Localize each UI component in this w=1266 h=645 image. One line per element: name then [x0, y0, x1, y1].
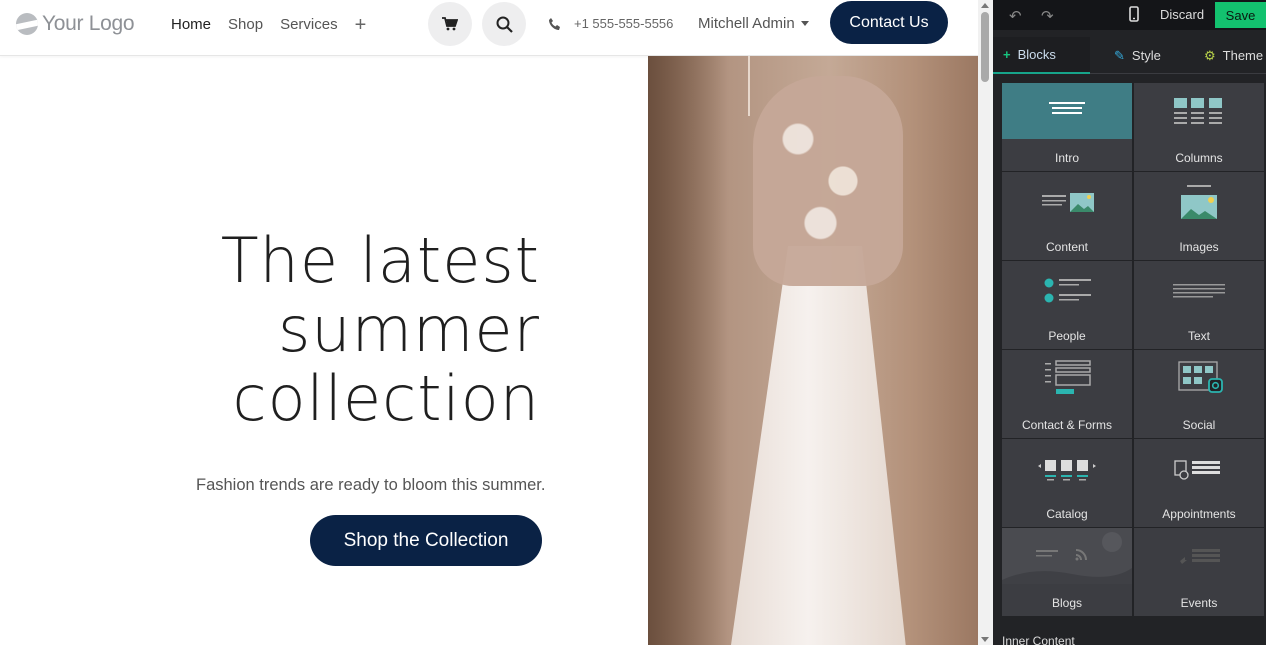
events-thumbnail-icon — [1180, 549, 1220, 564]
block-blogs[interactable]: Blogs — [1002, 528, 1132, 616]
site-logo[interactable]: Your Logo — [16, 10, 135, 38]
search-icon — [496, 16, 513, 33]
phone-number: +1 555-555-5556 — [574, 16, 674, 31]
site-header: Your Logo Home Shop Services + +1 555-55… — [0, 0, 978, 56]
hero-title-line: The latest — [220, 224, 540, 297]
catalog-thumbnail-icon — [1038, 460, 1096, 481]
social-thumbnail-icon — [1178, 361, 1223, 393]
block-label: Content — [1045, 240, 1089, 254]
user-menu[interactable]: Mitchell Admin — [698, 15, 809, 32]
tab-style[interactable]: ✎ Style — [1090, 37, 1178, 74]
website-builder-panel: ↶ ↷ Discard Save + Blocks ✎ Style ⚙ Them… — [993, 0, 1266, 645]
block-label: Intro — [1054, 151, 1079, 165]
scrollbar-thumb[interactable] — [981, 12, 989, 82]
save-button[interactable]: Save — [1215, 2, 1266, 28]
tab-blocks[interactable]: + Blocks — [993, 37, 1090, 74]
block-label: Events — [1180, 596, 1218, 610]
hero-title-line: collection — [232, 362, 540, 435]
block-label: Columns — [1175, 151, 1223, 165]
nav-item-home[interactable]: Home — [171, 15, 211, 35]
block-label: Images — [1179, 240, 1219, 254]
nav-item-shop[interactable]: Shop — [228, 15, 263, 35]
pencil-icon: ✎ — [1114, 47, 1125, 63]
nav-item-services[interactable]: Services — [280, 15, 338, 35]
add-page-icon[interactable]: + — [355, 15, 367, 35]
tab-label: Theme — [1222, 48, 1264, 63]
columns-thumbnail-icon — [1174, 98, 1222, 124]
people-thumbnail-icon — [1044, 278, 1091, 303]
block-social[interactable]: Social — [1134, 350, 1264, 438]
blogs-thumbnail-icon — [1002, 528, 1132, 584]
hero-title: The latest summer collection — [120, 226, 540, 433]
scroll-down-icon[interactable] — [981, 637, 989, 642]
shop-collection-button[interactable]: Shop the Collection — [310, 515, 542, 566]
block-label: Social — [1182, 418, 1216, 432]
photo-shadow — [648, 56, 728, 645]
block-images[interactable]: Images — [1134, 172, 1264, 260]
contact-us-button[interactable]: Contact Us — [830, 1, 948, 44]
mobile-icon[interactable] — [1129, 6, 1139, 27]
logo-mark-icon — [16, 13, 38, 35]
block-label: Catalog — [1046, 507, 1088, 521]
block-label: Appointments — [1162, 507, 1236, 521]
block-columns[interactable]: Columns — [1134, 83, 1264, 171]
block-contact-forms[interactable]: Contact & Forms — [1002, 350, 1132, 438]
phone-link[interactable]: +1 555-555-5556 — [548, 16, 673, 31]
editor-tabs: + Blocks ✎ Style ⚙ Theme — [993, 37, 1266, 74]
contact-forms-thumbnail-icon — [1045, 360, 1091, 394]
block-text[interactable]: Text — [1134, 261, 1264, 349]
cart-button[interactable] — [428, 2, 472, 46]
text-thumbnail-icon — [1173, 284, 1225, 298]
block-label: Contact & Forms — [1021, 418, 1113, 432]
block-catalog[interactable]: Catalog — [1002, 439, 1132, 527]
dress-skirt — [728, 246, 908, 645]
section-heading-inner-content: Inner Content — [1002, 634, 1075, 645]
block-label: Text — [1187, 329, 1210, 343]
editor-toolbar: ↶ ↷ Discard Save — [993, 0, 1266, 30]
block-content[interactable]: Content — [1002, 172, 1132, 260]
tab-label: Blocks — [1017, 47, 1056, 62]
cart-icon — [442, 17, 458, 31]
block-label: Blogs — [1051, 596, 1083, 610]
logo-text: Your Logo — [42, 12, 135, 35]
block-label: People — [1048, 329, 1086, 343]
dress-strap — [748, 56, 750, 116]
plus-icon: + — [1003, 47, 1011, 62]
website-preview: Your Logo Home Shop Services + +1 555-55… — [0, 0, 978, 645]
intro-thumbnail-icon — [1002, 83, 1132, 139]
page-scrollbar[interactable] — [978, 0, 993, 645]
discard-button[interactable]: Discard — [1160, 7, 1204, 22]
hero-title-line: summer — [277, 293, 540, 366]
tab-theme[interactable]: ⚙ Theme — [1178, 37, 1266, 74]
images-thumbnail-icon — [1181, 185, 1217, 219]
hero-image — [648, 56, 978, 645]
chevron-down-icon — [800, 21, 809, 26]
gear-icon: ⚙ — [1204, 47, 1216, 63]
snippet-blocks-grid: Intro Columns Content Images People Text — [1002, 83, 1264, 616]
appointments-thumbnail-icon — [1174, 460, 1220, 480]
search-button[interactable] — [482, 2, 526, 46]
redo-icon[interactable]: ↷ — [1041, 7, 1054, 25]
phone-icon — [549, 17, 560, 30]
content-thumbnail-icon — [1042, 193, 1094, 212]
block-intro[interactable]: Intro — [1002, 83, 1132, 171]
tab-label: Style — [1131, 48, 1161, 63]
block-events[interactable]: Events — [1134, 528, 1264, 616]
dress-bodice — [753, 76, 903, 286]
main-nav: Home Shop Services + — [171, 15, 366, 35]
block-people[interactable]: People — [1002, 261, 1132, 349]
undo-icon[interactable]: ↶ — [1009, 7, 1022, 25]
user-name: Mitchell Admin — [698, 15, 795, 32]
scroll-up-icon[interactable] — [981, 3, 989, 8]
block-appointments[interactable]: Appointments — [1134, 439, 1264, 527]
hero-subtitle: Fashion trends are ready to bloom this s… — [196, 476, 546, 494]
